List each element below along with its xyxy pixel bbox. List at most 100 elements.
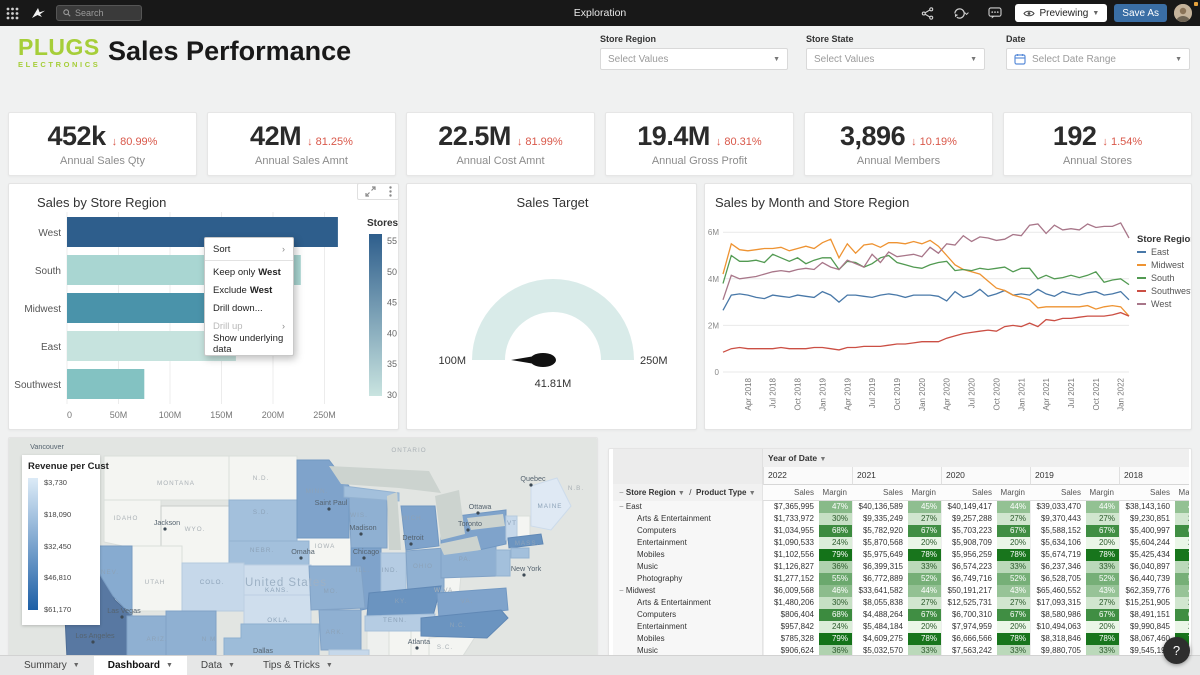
margin-cell[interactable]: 44% (908, 585, 941, 597)
sales-cell[interactable]: $5,425,434 (1119, 549, 1175, 561)
sales-cell[interactable]: $1,480,206 (763, 597, 819, 609)
map-panel[interactable]: United StatesMONTANAIDAHOWYO.N.D.S.D.NEB… (8, 437, 598, 658)
margin-cell[interactable]: 36% (819, 561, 852, 573)
sales-cell[interactable]: $1,102,556 (763, 549, 819, 561)
year-col-2022[interactable]: 2022 (763, 467, 852, 485)
sales-cell[interactable]: $5,975,649 (852, 549, 908, 561)
gauge-panel[interactable]: Sales Target 100M250M41.81M (406, 183, 697, 430)
workbook-tab-data[interactable]: Data▼ (187, 656, 249, 675)
margin-cell[interactable]: 78% (1086, 633, 1119, 645)
filter-select[interactable]: Select Values▼ (600, 48, 788, 70)
bar-southwest[interactable] (67, 369, 144, 399)
table-row[interactable]: Entertainment$957,84224%$5,484,18420%$7,… (613, 621, 1189, 633)
sales-cell[interactable]: $8,318,846 (1030, 633, 1086, 645)
sales-cell[interactable]: $5,956,259 (941, 549, 997, 561)
sales-cell[interactable]: $17,093,315 (1030, 597, 1086, 609)
margin-cell[interactable]: 52% (908, 573, 941, 585)
margin-cell[interactable]: 79% (819, 549, 852, 561)
sales-cell[interactable]: $6,237,346 (1030, 561, 1086, 573)
margin-cell[interactable]: 20% (908, 621, 941, 633)
sales-cell[interactable]: $806,404 (763, 609, 819, 621)
menu-item-keep-only[interactable]: Keep onlyWest (205, 263, 293, 281)
margin-cell[interactable]: 55% (819, 573, 852, 585)
sales-cell[interactable]: $15,251,905 (1119, 597, 1175, 609)
margin-cell[interactable]: 27% (997, 513, 1030, 525)
menu-item-drill-down-[interactable]: Drill down... (205, 299, 293, 317)
year-col-2019[interactable]: 2019 (1030, 467, 1119, 485)
sales-cell[interactable]: $7,974,959 (941, 621, 997, 633)
bar-west[interactable] (67, 217, 338, 247)
margin-cell[interactable]: 44% (1086, 501, 1119, 513)
table-row[interactable]: − Midwest$6,009,56846%$33,641,58244%$50,… (613, 585, 1189, 597)
margin-cell[interactable]: 78% (997, 633, 1030, 645)
kpi-card-annual-cost-amnt[interactable]: 22.5M ↓ 81.99% Annual Cost Amnt (406, 112, 595, 176)
sales-cell[interactable]: $1,034,955 (763, 525, 819, 537)
line-series-midwest[interactable] (723, 239, 1129, 316)
margin-cell[interactable]: 67% (908, 525, 941, 537)
sales-cell[interactable]: $1,126,827 (763, 561, 819, 573)
sales-cell[interactable]: $10,494,063 (1030, 621, 1086, 633)
filter-select[interactable]: Select Values▼ (806, 48, 985, 70)
previewing-button[interactable]: Previewing ▼ (1015, 4, 1107, 22)
table-row[interactable]: Arts & Entertainment$1,733,97230%$9,335,… (613, 513, 1189, 525)
sales-cell[interactable]: $12,525,731 (941, 597, 997, 609)
margin-cell[interactable]: 43% (997, 585, 1030, 597)
margin-cell[interactable]: 44% (997, 501, 1030, 513)
gauge-chart[interactable]: 100M250M41.81M (407, 212, 696, 427)
margin-cell[interactable]: 27% (1086, 513, 1119, 525)
sales-cell[interactable]: $9,257,288 (941, 513, 997, 525)
kpi-card-annual-gross-profit[interactable]: 19.4M ↓ 80.31% Annual Gross Profit (605, 112, 794, 176)
margin-cell[interactable]: 33% (908, 561, 941, 573)
kpi-card-annual-sales-amnt[interactable]: 42M ↓ 81.25% Annual Sales Amnt (207, 112, 396, 176)
sales-cell[interactable]: $6,040,897 (1119, 561, 1175, 573)
margin-cell[interactable]: 68% (819, 609, 852, 621)
margin-cell[interactable]: 52% (1175, 573, 1189, 585)
sales-cell[interactable]: $5,674,719 (1030, 549, 1086, 561)
sales-cell[interactable]: $6,749,716 (941, 573, 997, 585)
pivot-table-panel[interactable]: Year of Date ▼20222021202020192018 − Sto… (608, 448, 1192, 658)
sales-cell[interactable]: $4,488,264 (852, 609, 908, 621)
sales-cell[interactable]: $1,277,152 (763, 573, 819, 585)
help-button[interactable]: ? (1163, 637, 1190, 664)
sales-cell[interactable]: $6,399,315 (852, 561, 908, 573)
kpi-card-annual-members[interactable]: 3,896 ↓ 10.19% Annual Members (804, 112, 993, 176)
comments-icon[interactable] (982, 0, 1008, 26)
table-row[interactable]: Entertainment$1,090,53324%$5,870,56820%$… (613, 537, 1189, 549)
margin-cell[interactable]: 27% (997, 597, 1030, 609)
table-row[interactable]: Mobiles$785,32879%$4,609,27578%$6,666,56… (613, 633, 1189, 645)
margin-cell[interactable]: 78% (1086, 549, 1119, 561)
sales-cell[interactable]: $5,782,920 (852, 525, 908, 537)
menu-item-sort[interactable]: Sort› (205, 240, 293, 258)
workbook-tab-summary[interactable]: Summary▼ (10, 656, 94, 675)
sales-cell[interactable]: $50,191,217 (941, 585, 997, 597)
margin-cell[interactable]: 78% (908, 633, 941, 645)
margin-cell[interactable]: 52% (997, 573, 1030, 585)
sales-cell[interactable]: $5,400,997 (1119, 525, 1175, 537)
year-col-2018[interactable]: 2018 (1119, 467, 1189, 485)
line-series-west[interactable] (723, 223, 1129, 300)
share-icon[interactable] (915, 0, 940, 26)
sales-cell[interactable]: $33,641,582 (852, 585, 908, 597)
line-series-south[interactable] (723, 254, 1129, 284)
sales-cell[interactable]: $38,143,160 (1119, 501, 1175, 513)
sales-cell[interactable]: $9,990,845 (1119, 621, 1175, 633)
search-input[interactable]: Search (56, 5, 142, 21)
year-col-2021[interactable]: 2021 (852, 467, 941, 485)
table-row[interactable]: Arts & Entertainment$1,480,20630%$8,055,… (613, 597, 1189, 609)
table-row[interactable]: Computers$1,034,95568%$5,782,92067%$5,70… (613, 525, 1189, 537)
margin-cell[interactable]: 44% (1175, 501, 1189, 513)
user-avatar[interactable] (1174, 4, 1192, 22)
kpi-card-annual-stores[interactable]: 192 ↓ 1.54% Annual Stores (1003, 112, 1192, 176)
margin-cell[interactable]: 47% (819, 501, 852, 513)
margin-cell[interactable]: 78% (1175, 549, 1189, 561)
margin-cell[interactable]: 43% (1175, 585, 1189, 597)
margin-cell[interactable]: 78% (908, 549, 941, 561)
sales-cell[interactable]: $6,440,739 (1119, 573, 1175, 585)
margin-cell[interactable]: 68% (819, 525, 852, 537)
margin-cell[interactable]: 67% (908, 609, 941, 621)
margin-cell[interactable]: 78% (997, 549, 1030, 561)
margin-cell[interactable]: 67% (1175, 609, 1189, 621)
table-row[interactable]: − East$7,365,99547%$40,136,58945%$40,149… (613, 501, 1189, 513)
margin-cell[interactable]: 27% (1175, 513, 1189, 525)
margin-cell[interactable]: 24% (819, 621, 852, 633)
